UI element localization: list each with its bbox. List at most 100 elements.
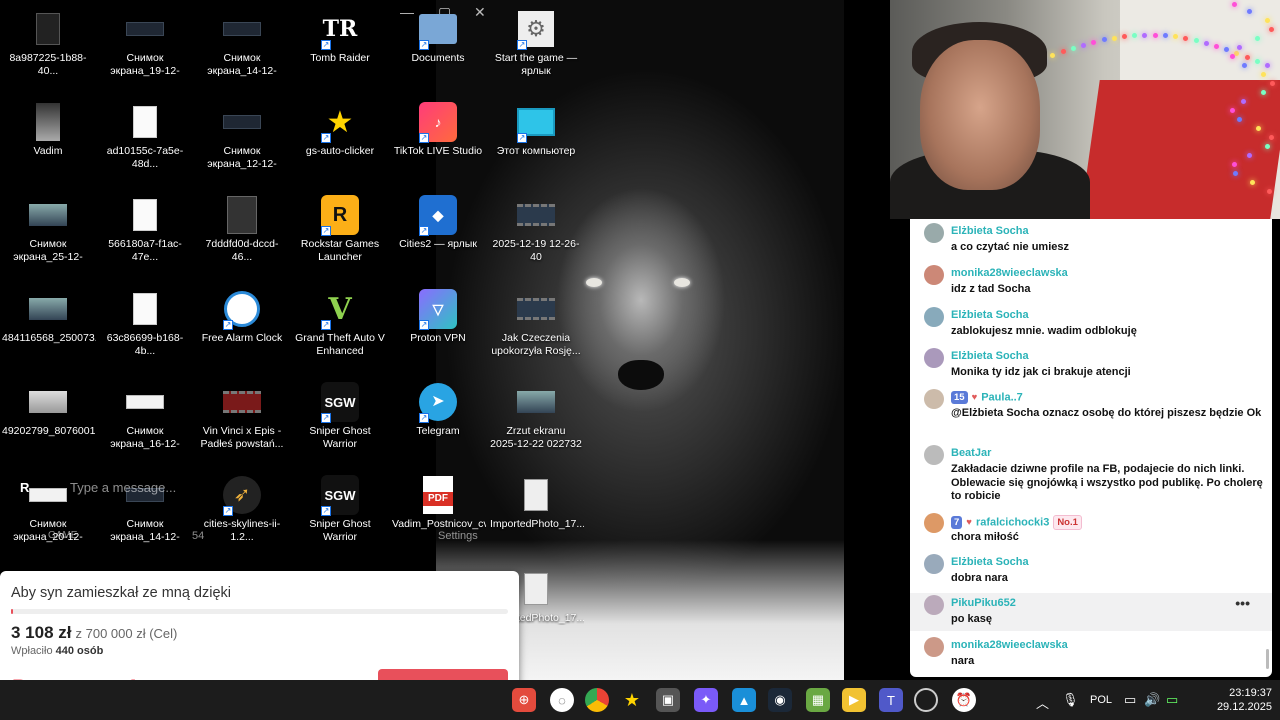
chat-message-text: zablokujesz mnie. wadim odblokuję [951, 325, 1137, 337]
desktop-icon[interactable]: ◆ ↗ Cities2 — ярлык [390, 188, 486, 278]
chat-username-text: Paula..7 [981, 391, 1023, 404]
desktop-icon[interactable]: ImportedPhoto_17... [488, 468, 584, 558]
chevron-up-icon[interactable]: ︿ [1036, 693, 1049, 712]
avatar[interactable] [924, 445, 944, 465]
desktop-icon[interactable]: 49202799_8076001... [0, 375, 96, 465]
fairy-light-dot [1265, 18, 1271, 23]
desktop-icon[interactable]: ↗ Free Alarm Clock [194, 282, 290, 372]
desktop-icon[interactable]: Zrzut ekranu 2025-12-22 022732 [488, 375, 584, 465]
desktop-icon[interactable]: Jak Czeczenia upokorzyła Rosję... [488, 282, 584, 372]
chat-username[interactable]: BeatJar [951, 447, 991, 459]
fairy-light-dot [1111, 35, 1117, 41]
chat-message[interactable]: 15 ♥ Paula..7 @Elżbieta Socha oznacz osobę … [910, 387, 1272, 425]
desktop-icon[interactable]: R ↗ Rockstar Games Launcher [292, 188, 388, 278]
desktop-icon[interactable]: Снимок экрана_12-12-202... [194, 95, 290, 185]
chat-message[interactable]: PikuPiku652 po kasę ••• [910, 593, 1272, 631]
chat-message[interactable]: 7 ♥ rafalcichocki3 No.1 chora miłość [910, 511, 1272, 549]
microphone-icon[interactable]: 🎙 [1062, 692, 1079, 708]
taskbar-alarm-icon[interactable]: ⏰ [952, 688, 976, 712]
teams-icon[interactable]: T [879, 688, 903, 712]
desktop-icon[interactable]: TR ↗ Tomb Raider [292, 2, 388, 92]
wolf-nose [618, 360, 664, 390]
monitor-icon: ↗ [517, 103, 555, 143]
desktop-icon[interactable]: 63c86699-b168-4b... [97, 282, 193, 372]
desktop-screen: — ▢ ✕ 8a987225-1b88-40... Снимок экрана_1… [0, 0, 1280, 720]
avatar[interactable] [924, 307, 944, 327]
volume-icon[interactable]: 🔊 [1144, 692, 1160, 708]
chat-message[interactable]: Elżbieta Socha a co czytać nie umiesz [910, 221, 1272, 259]
desktop-icon[interactable]: 8a987225-1b88-40... [0, 2, 96, 92]
chat-username[interactable]: PikuPiku652 [951, 597, 1016, 609]
battery-icon[interactable]: ▭ [1166, 692, 1178, 708]
fairy-light-dot [1236, 45, 1242, 50]
desktop-icon[interactable]: V ↗ Grand Theft Auto V Enhanced [292, 282, 388, 372]
chat-message[interactable]: monika28wieeclawska idz z tad Socha [910, 263, 1272, 301]
taskbar-star-icon[interactable]: ★ [620, 688, 644, 712]
chat-message[interactable]: BeatJar Zakładacie dziwne profile na FB, … [910, 443, 1272, 509]
chrome-icon[interactable] [585, 688, 609, 712]
desktop-icon[interactable]: Снимок экрана_16-12-2025... [97, 375, 193, 465]
desktop-icon-label: Proton VPN [410, 332, 466, 344]
chat-username[interactable]: 15 ♥ Paula..7 [951, 391, 1023, 404]
chat-message[interactable]: monika28wieeclawska nara [910, 635, 1272, 673]
system-clock[interactable]: 23:19:37 29.12.2025 [1200, 686, 1272, 714]
taskbar-photos-icon[interactable]: ▲ [732, 688, 756, 712]
steam-icon[interactable]: ◉ [768, 688, 792, 712]
chat-username[interactable]: Elżbieta Socha [951, 556, 1029, 568]
desktop-icon[interactable]: Снимок экрана_19-12-202... [97, 2, 193, 92]
desktop-icon[interactable]: 484116568_250073... [0, 282, 96, 372]
fairy-light-dot [1231, 2, 1237, 7]
chat-message[interactable]: Elżbieta Socha Monika ty idz jak ci braku… [910, 346, 1272, 384]
avatar[interactable] [924, 595, 944, 615]
fairy-light-dot [1162, 33, 1168, 39]
taskbar-media-icon[interactable]: ▶ [842, 688, 866, 712]
chat-username[interactable]: Elżbieta Socha [951, 350, 1029, 362]
taskbar-box-icon[interactable]: ▣ [656, 688, 680, 712]
chat-username[interactable]: monika28wieeclawska [951, 639, 1068, 651]
donation-goal: z 700 000 zł (Cel) [75, 626, 178, 641]
taskbar-game-icon[interactable]: ▦ [806, 688, 830, 712]
desktop-icon[interactable]: ➤ ↗ Telegram [390, 375, 486, 465]
desktop-icon[interactable]: 7dddfd0d-dccd-46... [194, 188, 290, 278]
desktop-icon[interactable]: Снимок экрана_14-12-202... [194, 2, 290, 92]
taskbar-clock-app-icon[interactable] [914, 688, 938, 712]
streamer-face [920, 40, 1040, 190]
desktop-icon[interactable]: ★ ↗ gs-auto-clicker [292, 95, 388, 185]
desktop-icon[interactable]: ad10155c-7a5e-48d... [97, 95, 193, 185]
desktop-icon[interactable]: Снимок экрана_25-12-202... [0, 188, 96, 278]
taskbar-app-white-icon[interactable]: ◌ [550, 688, 574, 712]
desktop-icon[interactable]: SGW↗Sniper Ghost Warrior Contracts [292, 375, 388, 465]
desktop-icon[interactable]: 566180a7-f1ac-47e... [97, 188, 193, 278]
desktop-icon[interactable]: 2025-12-19 12-26-40 [488, 188, 584, 278]
chat-username[interactable]: 7 ♥ rafalcichocki3 No.1 [951, 515, 1085, 530]
desktop-icon[interactable]: ♪ ↗ TikTok LIVE Studio [390, 95, 486, 185]
avatar[interactable] [924, 348, 944, 368]
display-icon[interactable]: ▭ [1124, 692, 1136, 708]
avatar[interactable] [924, 223, 944, 243]
chat-message[interactable]: Elżbieta Socha zablokujesz mnie. wadim od… [910, 305, 1272, 343]
desktop-icon[interactable]: ↗ Documents [390, 2, 486, 92]
taskbar-app-red-icon[interactable]: ⊕ [512, 688, 536, 712]
language-indicator[interactable]: POL [1090, 694, 1112, 706]
donation-count: Wpłaciło 440 osób [11, 645, 103, 657]
avatar[interactable] [924, 637, 944, 657]
avatar[interactable] [924, 513, 944, 533]
taskbar-app-purple-icon[interactable]: ✦ [694, 688, 718, 712]
doc-dark-icon [29, 10, 67, 48]
avatar[interactable] [924, 389, 944, 409]
desktop-icon[interactable]: Vadim [0, 95, 96, 185]
desktop-icon[interactable]: ↗ Этот компьютер [488, 95, 584, 185]
chat-username[interactable]: Elżbieta Socha [951, 225, 1029, 237]
more-options-icon[interactable]: ••• [1235, 595, 1250, 611]
chat-username[interactable]: Elżbieta Socha [951, 309, 1029, 321]
fairy-light-dot [1173, 34, 1179, 40]
avatar[interactable] [924, 265, 944, 285]
chat-username[interactable]: monika28wieeclawska [951, 267, 1068, 279]
avatar[interactable] [924, 554, 944, 574]
level-badge: 15 [951, 391, 968, 404]
desktop-icon[interactable]: Vin Vinci x Epis - Padłeś powstań... [194, 375, 290, 465]
chat-message[interactable]: Elżbieta Socha dobra nara [910, 552, 1272, 590]
desktop-icon-label: Cities2 — ярлык [399, 238, 477, 250]
desktop-icon[interactable]: ▽ ↗ Proton VPN [390, 282, 486, 372]
desktop-icon[interactable]: ⚙ ↗ Start the game — ярлык [488, 2, 584, 92]
